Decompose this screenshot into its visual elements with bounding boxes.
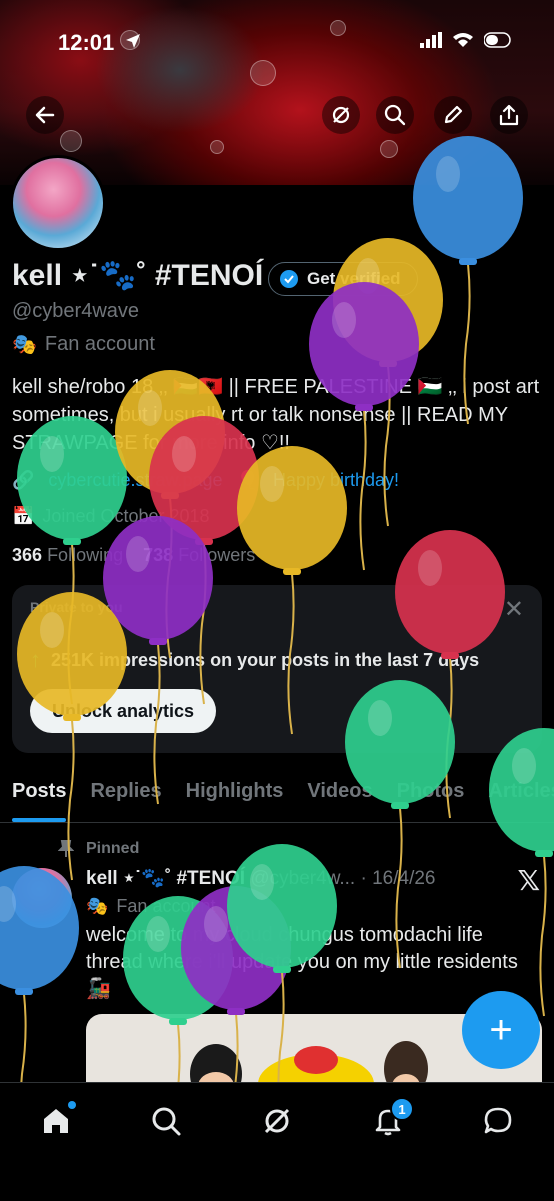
profile-category: 🎭 Fan account	[12, 332, 155, 357]
tweet-category-label: Fan account	[116, 896, 216, 916]
tab-posts[interactable]: Posts	[0, 770, 78, 822]
balloon-icon: 🎈	[236, 470, 259, 490]
pinned-label: Pinned	[86, 840, 140, 857]
tweet-date: · 16/4/26	[360, 868, 436, 889]
impressions-text: 251K impressions on your posts in the la…	[51, 649, 480, 670]
link-icon: 🔗	[12, 470, 35, 490]
calendar-icon: 📅	[12, 506, 35, 526]
banner-droplet	[380, 140, 398, 158]
tab-articles[interactable]: Articles	[476, 770, 554, 822]
tweet-avatar[interactable]	[12, 868, 72, 928]
plus-icon: +	[489, 1007, 513, 1052]
profile-bio: kell she/robo 18 ‚‚ 🇵🇸🇦🇱 || FREE PALESTI…	[12, 376, 540, 454]
back-button[interactable]	[26, 96, 64, 134]
edit-button[interactable]	[434, 96, 472, 134]
followers-link[interactable]: 738 Followers	[143, 545, 255, 565]
nav-search[interactable]	[148, 1103, 184, 1139]
profile-joined: 📅 Joined October 2018	[12, 506, 210, 527]
tab-highlights[interactable]: Highlights	[174, 770, 296, 822]
grok-icon	[264, 1108, 290, 1134]
mask-icon: 🎭	[86, 896, 109, 916]
get-verified-label: Get verified	[307, 269, 401, 288]
get-verified-button[interactable]: Get verified	[268, 262, 418, 296]
verified-badge-icon	[280, 270, 298, 288]
battery-icon	[483, 32, 514, 53]
impressions-row: ↑ 251K impressions on your posts in the …	[30, 647, 479, 673]
profile-tabs: Posts Replies Highlights Videos Photos A…	[0, 770, 554, 823]
pencil-icon	[444, 105, 463, 124]
tweet-handle: @cyber4w...	[250, 868, 356, 889]
profile-name: kell ⋆˙🐾˚ #TENOÍ	[12, 259, 264, 292]
follow-counts: 366 Following 738 Followers	[12, 545, 255, 566]
signal-icon	[420, 32, 442, 53]
grok-button[interactable]	[322, 96, 360, 134]
tab-photos[interactable]: Photos	[385, 770, 477, 822]
trend-up-icon: ↑	[30, 647, 41, 672]
following-label: Following	[47, 545, 124, 565]
profile-avatar[interactable]	[10, 155, 106, 251]
tweet-header: kell ⋆˙🐾˚ #TENOÍ @cyber4w... · 16/4/26	[86, 866, 435, 890]
profile-links: 🔗 cybercutie.straw.page 🎈 Happy birthday…	[12, 470, 399, 491]
notifications-badge: 1	[390, 1097, 414, 1121]
pinned-indicator: Pinned	[58, 840, 139, 858]
x-logo-icon: 𝕏	[517, 864, 540, 897]
search-icon	[152, 1107, 181, 1136]
analytics-card: Private to you ✕ ↑ 251K impressions on y…	[12, 585, 542, 753]
home-icon	[44, 1109, 68, 1133]
close-icon[interactable]: ✕	[504, 595, 524, 624]
following-link[interactable]: 366 Following	[12, 545, 123, 565]
joined-label: Joined October 2018	[42, 506, 210, 526]
tweet-author[interactable]: kell ⋆˙🐾˚ #TENOÍ	[86, 868, 245, 889]
grok-icon	[332, 106, 350, 124]
profile-category-label: Fan account	[44, 333, 155, 355]
birthday-label: Happy birthday!	[272, 470, 400, 490]
tweet-category: 🎭 Fan account	[86, 896, 215, 917]
status-time: 12:01	[58, 30, 115, 55]
share-icon	[499, 104, 519, 126]
profile-handle: @cyber4wave	[12, 300, 140, 322]
pin-icon	[58, 840, 74, 857]
location-arrow-icon	[124, 32, 142, 55]
following-count: 366	[12, 545, 43, 565]
nav-notifications[interactable]: 1	[370, 1097, 414, 1139]
banner-droplet	[250, 60, 276, 86]
compose-button[interactable]: +	[462, 991, 540, 1069]
share-button[interactable]	[490, 96, 528, 134]
unlock-analytics-button[interactable]: Unlock analytics	[30, 689, 217, 733]
profile-link[interactable]: cybercutie.straw.page	[48, 470, 222, 491]
search-icon	[384, 104, 406, 126]
tweet-text: welcome to my cloud chungus tomodachi li…	[86, 924, 518, 1000]
banner-droplet	[210, 140, 224, 154]
unread-dot	[68, 1101, 76, 1109]
arrow-left-icon	[35, 106, 55, 124]
tab-videos[interactable]: Videos	[295, 770, 384, 822]
search-button[interactable]	[376, 96, 414, 134]
followers-label: Followers	[178, 545, 256, 565]
nav-home[interactable]	[38, 1101, 76, 1139]
mask-icon: 🎭	[12, 334, 37, 356]
followers-count: 738	[143, 545, 174, 565]
nav-messages[interactable]	[480, 1103, 516, 1139]
bottom-navigation: 1	[0, 1082, 554, 1201]
wifi-icon	[452, 32, 474, 53]
tab-replies[interactable]: Replies	[78, 770, 173, 822]
banner-droplet	[60, 130, 82, 152]
message-icon	[484, 1107, 512, 1134]
nav-grok[interactable]	[259, 1103, 295, 1139]
status-bar: 12:01	[0, 26, 554, 60]
private-label: Private to you	[30, 599, 123, 615]
